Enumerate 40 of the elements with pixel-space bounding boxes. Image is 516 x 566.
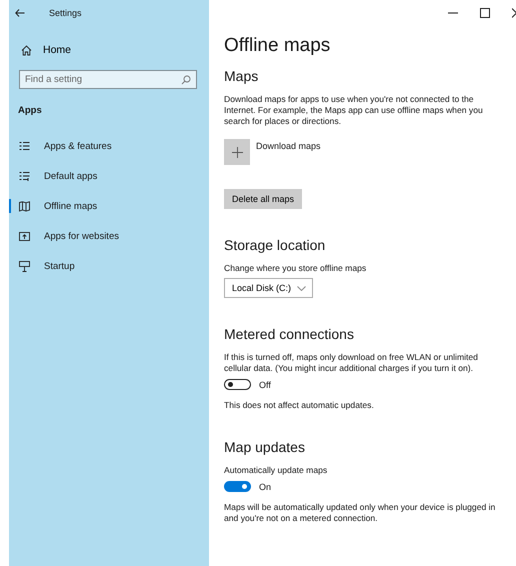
section-heading: Apps bbox=[18, 105, 43, 116]
search-icon bbox=[181, 75, 191, 85]
nav-item[interactable]: Startup bbox=[9, 256, 75, 276]
section-heading: Map updates bbox=[224, 439, 306, 455]
section-heading: Metered connections bbox=[224, 326, 355, 342]
toggle-switch[interactable] bbox=[224, 379, 251, 390]
minimize-icon[interactable] bbox=[448, 12, 458, 14]
list-icon bbox=[19, 170, 30, 182]
add-label[interactable]: Download maps bbox=[256, 141, 321, 165]
storage-dropdown[interactable]: Local Disk (C:) bbox=[224, 278, 314, 298]
section-heading: Maps bbox=[224, 68, 260, 84]
list-icon bbox=[19, 140, 30, 152]
nav-item[interactable]: Default apps bbox=[9, 166, 98, 186]
nav-item[interactable]: Apps for websites bbox=[9, 226, 119, 246]
description-text: Maps will be automatically updated only when your device is plugged in and you're not on a metered connection. bbox=[224, 502, 496, 524]
toggle-label: Off bbox=[259, 380, 271, 390]
back-arrow-icon[interactable] bbox=[15, 9, 25, 17]
home-link[interactable]: Home bbox=[9, 40, 84, 60]
description-text: If this is turned off, maps only download on free WLAN or unlimited cellular data. (You might incur additional charges if you turn it on). bbox=[224, 352, 479, 374]
description-text: Download maps for apps to use when you're not connected to the Internet. For example, the Maps app can use offline maps when you search for places or directions. bbox=[224, 94, 484, 127]
window-title: Settings bbox=[49, 8, 82, 18]
toggle-switch[interactable] bbox=[224, 481, 251, 492]
page-title: Offline maps bbox=[224, 35, 332, 57]
description-text: This does not affect automatic updates. bbox=[224, 400, 375, 411]
search-field[interactable]: Find a setting bbox=[19, 70, 197, 89]
map-icon bbox=[19, 200, 30, 212]
home-icon bbox=[21, 44, 32, 56]
description-text: Change where you store offline maps bbox=[224, 263, 368, 274]
plus-icon bbox=[232, 146, 242, 158]
description-text: Automatically update maps bbox=[224, 465, 328, 476]
nav-item[interactable]: Apps & features bbox=[9, 136, 112, 156]
toggle-label: On bbox=[259, 482, 272, 492]
nav-item[interactable]: Offline maps bbox=[9, 196, 98, 216]
add-button[interactable] bbox=[224, 139, 250, 165]
chevron-down-icon bbox=[297, 286, 306, 290]
monitor-icon bbox=[19, 260, 30, 272]
delete-button[interactable]: Delete all maps bbox=[224, 189, 302, 209]
window-icon bbox=[19, 230, 30, 242]
section-heading: Storage location bbox=[224, 237, 326, 253]
maximize-icon[interactable] bbox=[480, 8, 490, 18]
